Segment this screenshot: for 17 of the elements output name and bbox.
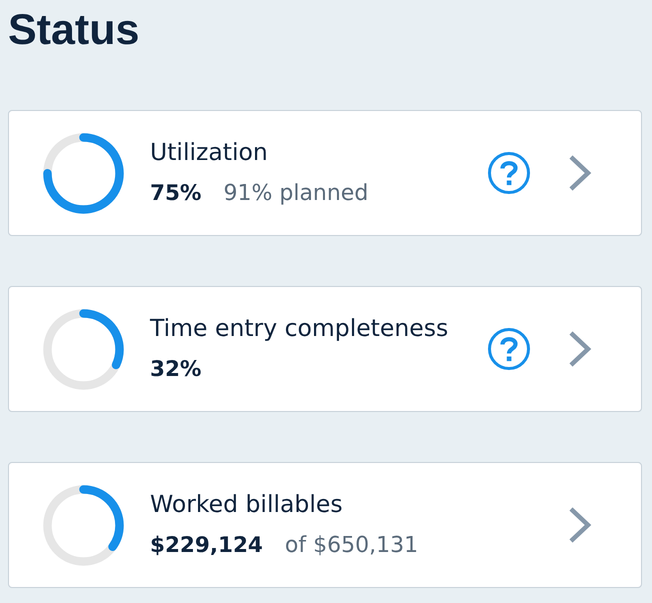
metric-value: 32% xyxy=(150,356,202,384)
page-title: Status xyxy=(8,5,140,56)
metric-value: 75% xyxy=(150,180,202,208)
metric-detail: 91% planned xyxy=(223,180,368,208)
metric-title: Time entry completeness xyxy=(150,313,448,343)
metric-detail: of $650,131 xyxy=(284,532,418,560)
metric-card[interactable]: Time entry completeness 32% xyxy=(8,286,642,412)
metric-value: $229,124 xyxy=(150,532,263,560)
chevron-right-icon xyxy=(568,330,592,368)
metric-card[interactable]: Worked billables $229,124 of $650,131 xyxy=(8,462,642,588)
metric-title: Utilization xyxy=(150,137,268,167)
metric-title: Worked billables xyxy=(150,489,343,519)
help-icon[interactable] xyxy=(488,328,530,370)
chevron-right-icon xyxy=(568,154,592,192)
help-icon[interactable] xyxy=(488,152,530,194)
chevron-right-icon xyxy=(568,506,592,544)
metric-card[interactable]: Utilization 75% 91% planned xyxy=(8,110,642,236)
